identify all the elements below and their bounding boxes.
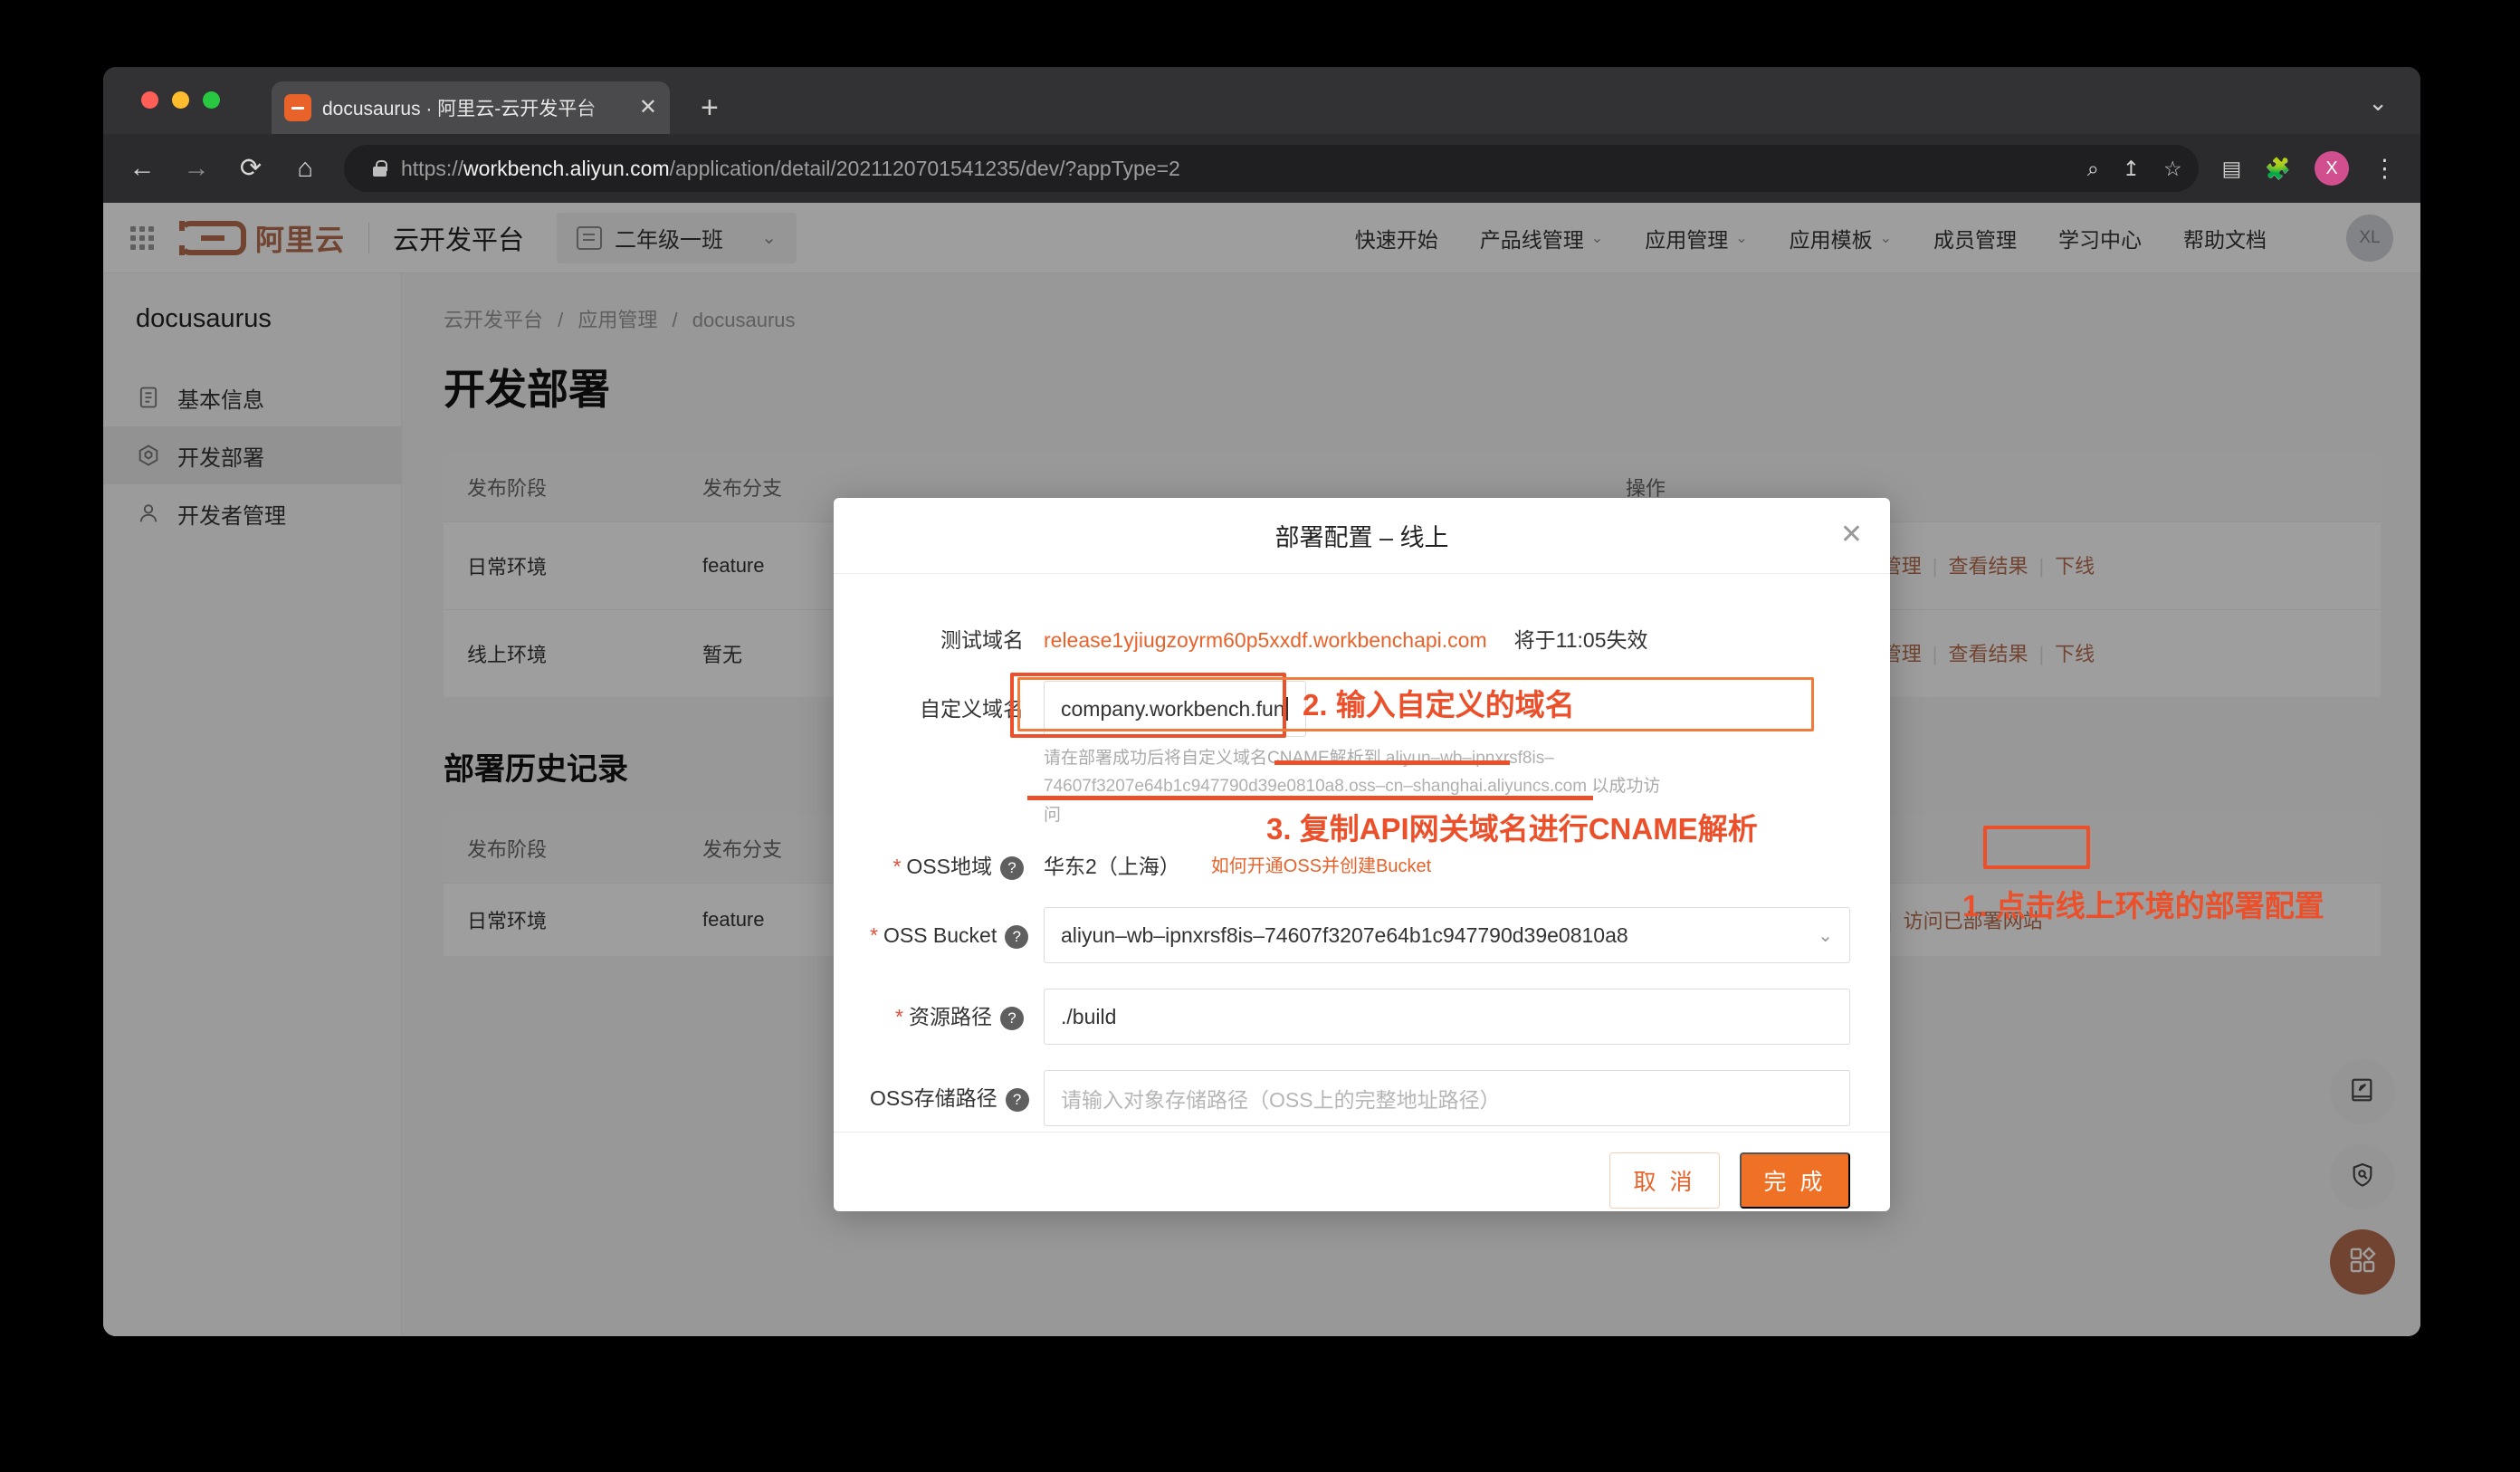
dialog-footer: 取 消 完 成 — [834, 1132, 1890, 1211]
lock-icon — [373, 160, 387, 177]
extensions-puzzle-icon[interactable]: 🧩 — [2265, 158, 2291, 179]
hint-prefix: 请在部署成功后将自定义域名CNAME解析到 — [1044, 749, 1381, 768]
omnibox-icons: ⌕ ↥ ☆ — [2087, 158, 2182, 179]
share-icon[interactable]: ↥ — [2123, 158, 2140, 179]
zoom-icon[interactable]: ⌕ — [2087, 158, 2099, 179]
maximize-window-button[interactable] — [203, 91, 220, 109]
oss-howto-link[interactable]: 如何开通OSS并创建Bucket — [1211, 838, 1431, 894]
custom-domain-hint: 请在部署成功后将自定义域名CNAME解析到 aliyun–wb–ipnxrsf8… — [1044, 737, 1677, 833]
field-label-text: OSS Bucket — [883, 923, 997, 947]
resource-path-value: ./build — [1061, 1005, 1116, 1029]
oss-region-row: 华东2（上海） 如何开通OSS并创建Bucket — [1044, 838, 1850, 894]
help-icon[interactable]: ? — [1006, 1088, 1029, 1112]
close-window-button[interactable] — [141, 91, 158, 109]
browser-window: docusaurus · 阿里云-云开发平台 ✕ + ⌄ ← → ⟳ ⌂ htt… — [103, 67, 2420, 1336]
dialog-body: 测试域名 release1yjiugzoyrm60p5xxdf.workbenc… — [834, 574, 1890, 1132]
address-bar[interactable]: https://workbench.aliyun.com/application… — [344, 145, 2199, 192]
field-oss-region: *OSS地域? 华东2（上海） 如何开通OSS并创建Bucket — [870, 838, 1850, 894]
url-host: workbench.aliyun.com — [463, 157, 670, 180]
home-button[interactable]: ⌂ — [290, 156, 320, 182]
url-scheme: https:// — [401, 157, 463, 180]
browser-tab[interactable]: docusaurus · 阿里云-云开发平台 ✕ — [272, 81, 670, 134]
browser-profile-avatar[interactable]: X — [2315, 151, 2349, 186]
bookmark-star-icon[interactable]: ☆ — [2163, 158, 2182, 179]
help-icon[interactable]: ? — [1005, 925, 1028, 949]
reload-button[interactable]: ⟳ — [235, 156, 266, 182]
screenshot-root: docusaurus · 阿里云-云开发平台 ✕ + ⌄ ← → ⟳ ⌂ htt… — [0, 0, 2520, 1472]
text-cursor — [1286, 697, 1288, 721]
field-label: 自定义域名 — [870, 681, 1044, 737]
oss-region-value: 华东2（上海） — [1044, 838, 1180, 894]
field-label-text: OSS存储路径 — [870, 1086, 998, 1110]
field-label: 测试域名 — [870, 612, 1044, 668]
new-tab-icon[interactable]: + — [701, 92, 719, 123]
url-path: /application/detail/2021120701541235/dev… — [670, 157, 1180, 180]
close-tab-icon[interactable]: ✕ — [639, 97, 657, 119]
browser-extensions: ▤ 🧩 X ⋮ — [2222, 151, 2397, 186]
required-asterisk: * — [870, 923, 878, 947]
test-domain-row: release1yjiugzoyrm60p5xxdf.workbenchapi.… — [1044, 612, 1850, 668]
custom-domain-value: company.workbench.fun — [1061, 697, 1285, 722]
help-icon[interactable]: ? — [1000, 1007, 1024, 1030]
forward-button[interactable]: → — [181, 156, 212, 182]
test-domain-link[interactable]: release1yjiugzoyrm60p5xxdf.workbenchapi.… — [1044, 612, 1487, 668]
browser-tab-bar: docusaurus · 阿里云-云开发平台 ✕ + ⌄ — [103, 67, 2420, 134]
field-label-text: 资源路径 — [909, 1005, 992, 1028]
oss-storage-path-input[interactable]: 请输入对象存储路径（OSS上的完整地址路径） — [1044, 1070, 1850, 1126]
field-custom-domain: 自定义域名 company.workbench.fun 请在部署成功后将自定义域… — [870, 681, 1850, 833]
custom-domain-input[interactable]: company.workbench.fun — [1044, 681, 1306, 737]
confirm-button[interactable]: 完 成 — [1740, 1152, 1850, 1209]
field-oss-bucket: *OSS Bucket? aliyun–wb–ipnxrsf8is–74607f… — [870, 907, 1850, 963]
reading-list-icon[interactable]: ▤ — [2222, 158, 2242, 179]
window-traffic-lights[interactable] — [141, 91, 220, 109]
chevron-down-icon: ⌄ — [1818, 924, 1833, 947]
oss-storage-path-placeholder: 请输入对象存储路径（OSS上的完整地址路径） — [1061, 1083, 1501, 1114]
field-label-text: OSS地域 — [906, 855, 992, 878]
field-label: *OSS地域? — [870, 838, 1044, 894]
address-bar-url: https://workbench.aliyun.com/application… — [401, 157, 1180, 181]
resource-path-input[interactable]: ./build — [1044, 989, 1850, 1045]
back-button[interactable]: ← — [127, 156, 158, 182]
browser-menu-icon[interactable]: ⋮ — [2372, 161, 2397, 176]
field-label: * 资源路径? — [870, 989, 1044, 1045]
dialog-title: 部署配置 – 线上 — [1274, 518, 1448, 553]
deploy-config-dialog: 部署配置 – 线上 ✕ 测试域名 release1yjiugzoyrm60p5x… — [834, 498, 1890, 1211]
browser-toolbar: ← → ⟳ ⌂ https://workbench.aliyun.com/app… — [103, 134, 2420, 203]
required-asterisk: * — [895, 1005, 903, 1028]
dialog-header: 部署配置 – 线上 ✕ — [834, 498, 1890, 574]
browser-tab-title: docusaurus · 阿里云-云开发平台 — [322, 94, 628, 121]
oss-bucket-value: aliyun–wb–ipnxrsf8is–74607f3207e64b1c947… — [1061, 923, 1628, 948]
field-resource-path: * 资源路径? ./build — [870, 989, 1850, 1045]
test-domain-expiry: 将于11:05失效 — [1514, 612, 1648, 668]
close-icon[interactable]: ✕ — [1840, 521, 1863, 549]
required-asterisk: * — [892, 855, 901, 878]
aliyun-favicon-icon — [284, 94, 311, 121]
oss-bucket-select[interactable]: aliyun–wb–ipnxrsf8is–74607f3207e64b1c947… — [1044, 907, 1850, 963]
minimize-window-button[interactable] — [172, 91, 189, 109]
help-icon[interactable]: ? — [1000, 856, 1024, 880]
field-oss-storage-path: OSS存储路径? 请输入对象存储路径（OSS上的完整地址路径） — [870, 1070, 1850, 1126]
field-label: *OSS Bucket? — [870, 907, 1044, 963]
field-test-domain: 测试域名 release1yjiugzoyrm60p5xxdf.workbenc… — [870, 612, 1850, 668]
field-label: OSS存储路径? — [870, 1070, 1044, 1126]
cancel-button[interactable]: 取 消 — [1609, 1152, 1720, 1209]
page-viewport: 阿里云 云开发平台 二年级一班 ⌄ 快速开始 产品线管理⌄ 应用管理⌄ 应用模板… — [103, 203, 2420, 1336]
window-menu-icon[interactable]: ⌄ — [2368, 91, 2388, 114]
